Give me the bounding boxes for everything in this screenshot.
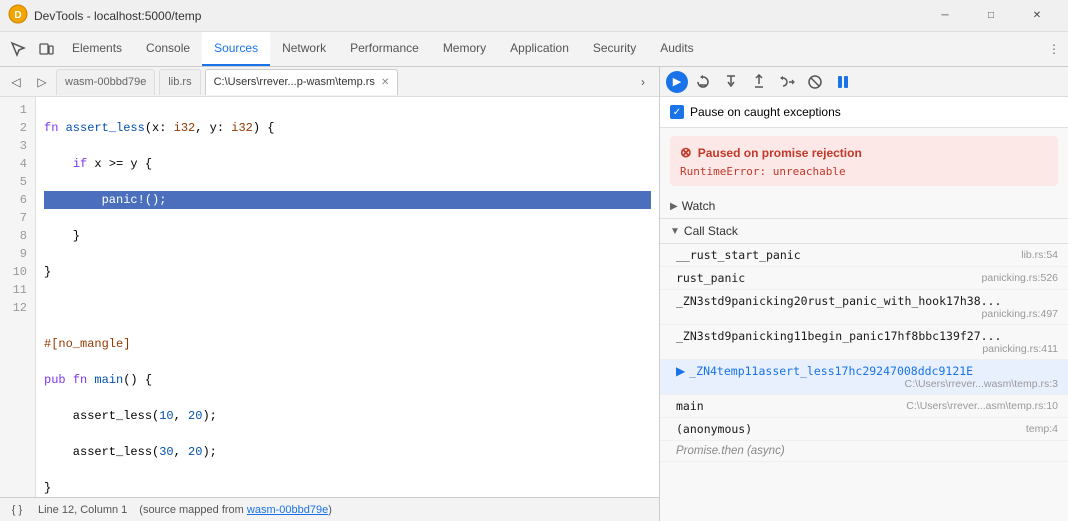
sources-panel: ◁ ▷ wasm-00bbd79e lib.rs C:\Users\rrever… bbox=[0, 67, 660, 521]
file-tab-lib[interactable]: lib.rs bbox=[159, 69, 200, 95]
current-frame-arrow: ▶ bbox=[676, 364, 685, 378]
resume-button[interactable]: ▶ bbox=[666, 71, 688, 93]
nav-back-button[interactable]: ◁ bbox=[4, 70, 28, 94]
file-tab-more-button[interactable]: › bbox=[631, 70, 655, 94]
step-over-button[interactable] bbox=[690, 69, 716, 95]
maximize-button[interactable]: □ bbox=[968, 0, 1014, 32]
stack-item-two-line[interactable]: _ZN3std9panicking11begin_panic17hf8bbc13… bbox=[660, 325, 1068, 360]
tab-performance[interactable]: Performance bbox=[338, 32, 431, 66]
window-controls: ─ □ ✕ bbox=[922, 0, 1060, 32]
pause-on-exceptions-button[interactable] bbox=[830, 69, 856, 95]
watch-chevron-icon: ▶ bbox=[670, 201, 678, 212]
pause-caught-exceptions-row: Pause on caught exceptions bbox=[660, 97, 1068, 128]
sources-file-tabs: ◁ ▷ wasm-00bbd79e lib.rs C:\Users\rrever… bbox=[0, 67, 659, 97]
line-numbers: 1 2 3 4 5 6 7 8 9 10 11 12 bbox=[0, 97, 36, 497]
call-stack-chevron-icon: ▼ bbox=[670, 226, 680, 237]
stack-location: panicking.rs:526 bbox=[982, 272, 1058, 284]
stack-item-two-line[interactable]: _ZN3std9panicking20rust_panic_with_hook1… bbox=[660, 290, 1068, 325]
error-detail-text: RuntimeError: unreachable bbox=[680, 165, 1048, 178]
stack-fn-name: _ZN3std9panicking11begin_panic17hf8bbc13… bbox=[676, 329, 1001, 343]
stack-item[interactable]: (anonymous) temp:4 bbox=[660, 418, 1068, 441]
tab-elements[interactable]: Elements bbox=[60, 32, 134, 66]
promise-then-row[interactable]: Promise.then (async) bbox=[660, 441, 1068, 462]
pause-caught-checkbox[interactable] bbox=[670, 105, 684, 119]
call-stack-label: Call Stack bbox=[684, 224, 738, 238]
debugger-right-content: Pause on caught exceptions ⊗ Paused on p… bbox=[660, 97, 1068, 521]
step-button[interactable] bbox=[774, 69, 800, 95]
tab-security[interactable]: Security bbox=[581, 32, 648, 66]
file-tab-close-icon[interactable]: ✕ bbox=[381, 77, 389, 88]
source-map-link[interactable]: wasm-00bbd79e bbox=[247, 504, 328, 516]
file-tab-wasm-label: wasm-00bbd79e bbox=[65, 76, 146, 88]
stack-item[interactable]: main C:\Users\rrever...asm\temp.rs:10 bbox=[660, 395, 1068, 418]
tab-console[interactable]: Console bbox=[134, 32, 202, 66]
error-title-row: ⊗ Paused on promise rejection bbox=[680, 144, 1048, 161]
stack-fn-name: __rust_start_panic bbox=[676, 248, 801, 262]
nav-forward-button[interactable]: ▷ bbox=[30, 70, 54, 94]
source-map-info: (source mapped from wasm-00bbd79e) bbox=[139, 504, 332, 516]
deactivate-breakpoints-button[interactable] bbox=[802, 69, 828, 95]
stack-item[interactable]: rust_panic panicking.rs:526 bbox=[660, 267, 1068, 290]
stack-item[interactable]: __rust_start_panic lib.rs:54 bbox=[660, 244, 1068, 267]
error-icon: ⊗ bbox=[680, 144, 692, 161]
watch-label: Watch bbox=[682, 199, 716, 213]
main-content: ◁ ▷ wasm-00bbd79e lib.rs C:\Users\rrever… bbox=[0, 67, 1068, 521]
debugger-panel: ▶ bbox=[660, 67, 1068, 521]
close-button[interactable]: ✕ bbox=[1014, 0, 1060, 32]
watch-section-header[interactable]: ▶ Watch bbox=[660, 194, 1068, 219]
stack-location: lib.rs:54 bbox=[1021, 249, 1058, 261]
code-text[interactable]: fn assert_less(x: i32, y: i32) { if x >=… bbox=[36, 97, 659, 497]
call-stack-items: __rust_start_panic lib.rs:54 rust_panic … bbox=[660, 244, 1068, 462]
stack-location: panicking.rs:497 bbox=[982, 308, 1058, 320]
file-tab-temp[interactable]: C:\Users\rrever...p-wasm\temp.rs ✕ bbox=[205, 69, 399, 95]
debug-toolbar: ▶ bbox=[660, 67, 1068, 97]
tab-application[interactable]: Application bbox=[498, 32, 581, 66]
stack-location: panicking.rs:411 bbox=[982, 343, 1058, 355]
error-box: ⊗ Paused on promise rejection RuntimeErr… bbox=[670, 136, 1058, 186]
stack-fn-name: rust_panic bbox=[676, 271, 745, 285]
file-tab-lib-label: lib.rs bbox=[168, 76, 191, 88]
file-tab-wasm[interactable]: wasm-00bbd79e bbox=[56, 69, 155, 95]
status-bar: { } Line 12, Column 1 (source mapped fro… bbox=[0, 497, 659, 521]
cursor-position: Line 12, Column 1 bbox=[38, 504, 127, 516]
titlebar-title: DevTools - localhost:5000/temp bbox=[34, 9, 922, 23]
pause-caught-label: Pause on caught exceptions bbox=[690, 105, 841, 119]
stack-location: C:\Users\rrever...asm\temp.rs:10 bbox=[906, 400, 1058, 412]
devtools-icon: D bbox=[8, 4, 28, 27]
titlebar: D DevTools - localhost:5000/temp ─ □ ✕ bbox=[0, 0, 1068, 32]
minimize-button[interactable]: ─ bbox=[922, 0, 968, 32]
stack-fn-name: _ZN4temp11assert_less17hc29247008ddc9121… bbox=[689, 364, 973, 378]
stack-location: temp:4 bbox=[1026, 423, 1058, 435]
call-stack-section-header[interactable]: ▼ Call Stack bbox=[660, 219, 1068, 244]
tab-audits[interactable]: Audits bbox=[648, 32, 705, 66]
stack-fn-name: _ZN3std9panicking20rust_panic_with_hook1… bbox=[676, 294, 1001, 308]
tab-network[interactable]: Network bbox=[270, 32, 338, 66]
stack-fn-name: main bbox=[676, 399, 704, 413]
stack-fn-name: (anonymous) bbox=[676, 422, 752, 436]
inspect-icon-button[interactable] bbox=[4, 32, 32, 66]
step-out-button[interactable] bbox=[746, 69, 772, 95]
stack-item-current[interactable]: ▶ _ZN4temp11assert_less17hc29247008ddc91… bbox=[660, 360, 1068, 395]
code-editor: 1 2 3 4 5 6 7 8 9 10 11 12 fn assert_les… bbox=[0, 97, 659, 497]
tab-sources[interactable]: Sources bbox=[202, 32, 270, 66]
file-tab-temp-label: C:\Users\rrever...p-wasm\temp.rs bbox=[214, 76, 375, 88]
step-into-button[interactable] bbox=[718, 69, 744, 95]
error-title-text: Paused on promise rejection bbox=[698, 146, 862, 160]
format-icon-button[interactable]: { } bbox=[8, 501, 26, 519]
devtools-tabbar: Elements Console Sources Network Perform… bbox=[0, 32, 1068, 67]
tab-memory[interactable]: Memory bbox=[431, 32, 498, 66]
devtools-menu-button[interactable]: ⋮ bbox=[1040, 32, 1068, 66]
stack-location: C:\Users\rrever...wasm\temp.rs:3 bbox=[905, 378, 1058, 390]
device-toolbar-button[interactable] bbox=[32, 32, 60, 66]
svg-text:D: D bbox=[14, 10, 21, 21]
